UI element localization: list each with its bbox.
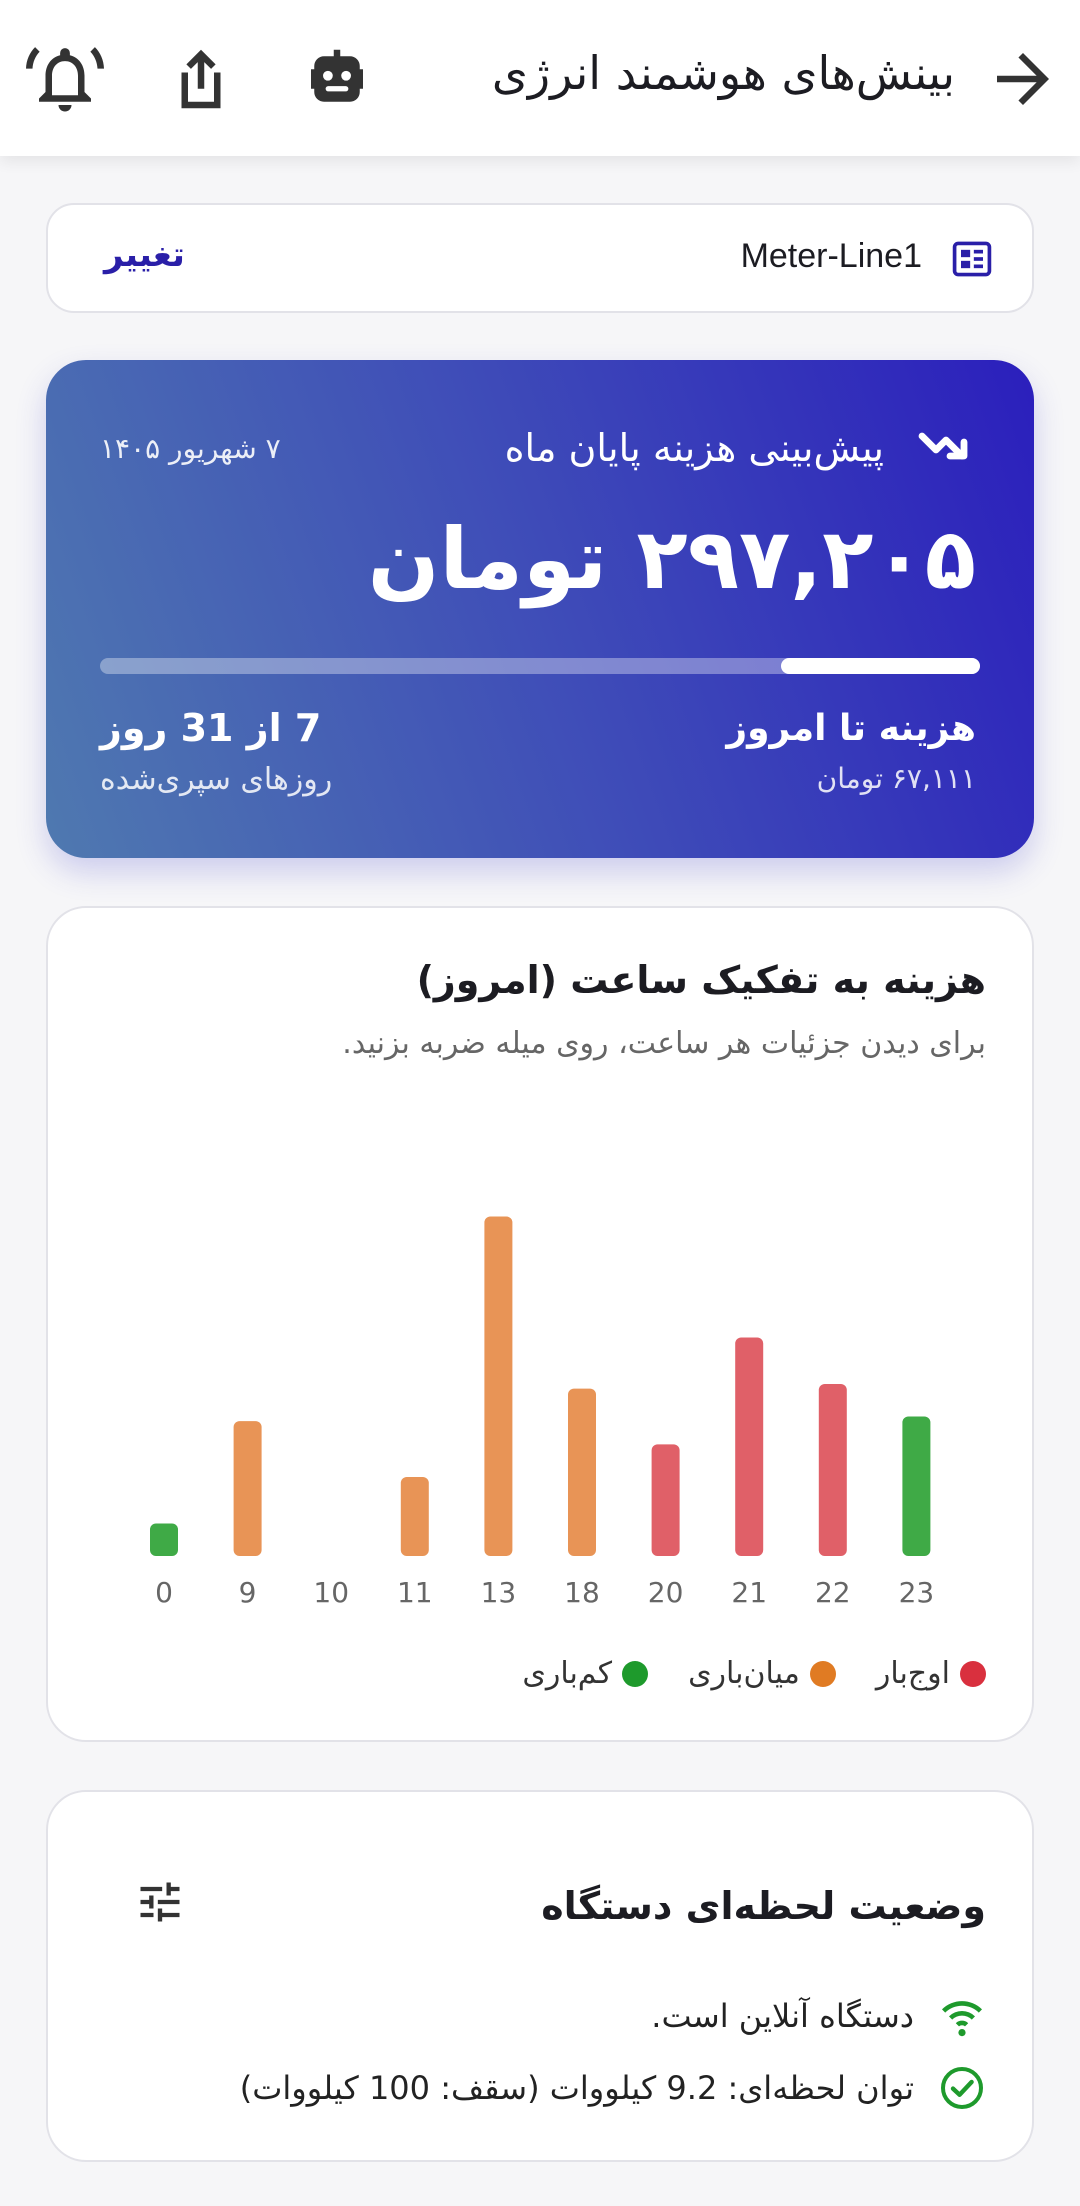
bar-hour-23[interactable] — [902, 1416, 931, 1557]
device-power-text: توان لحظه‌ای: 9.2 کیلووات (سقف: 100 کیلو… — [239, 2069, 914, 2107]
x-tick-label: 10 — [313, 1576, 349, 1609]
x-tick-label: 18 — [564, 1576, 600, 1609]
back-arrow-icon[interactable] — [984, 40, 1062, 118]
days-elapsed-label: روزهای سپری‌شده — [100, 762, 333, 797]
hourly-cost-card: هزینه به تفکیک ساعت (امروز) برای دیدن جز… — [46, 906, 1034, 1742]
forecast-date: ۷ شهریور ۱۴۰۵ — [100, 432, 281, 465]
forecast-amount: ۲۹۷,۲۰۵ تومان — [367, 510, 976, 608]
x-tick-label: 20 — [648, 1576, 684, 1609]
bell-icon[interactable] — [26, 40, 105, 118]
device-status-title: وضعیت لحظه‌ای دستگاه — [541, 1884, 986, 1928]
bar-hour-13[interactable] — [484, 1216, 513, 1556]
chart-legend: اوج‌بار میان‌باری کم‌باری — [522, 1656, 986, 1691]
bar-hour-11[interactable] — [400, 1476, 429, 1556]
bar-hour-21[interactable] — [735, 1337, 764, 1556]
legend-mid-label: میان‌باری — [688, 1656, 800, 1691]
hourly-cost-chart: 0 9 10 11 13 18 20 21 22 23 — [150, 1216, 935, 1609]
forecast-card: ۷ شهریور ۱۴۰۵ پیش‌بینی هزینه پایان ماه ۲… — [46, 360, 1034, 858]
meter-name: Meter-Line1 — [740, 237, 922, 275]
bar-hour-0[interactable] — [150, 1523, 178, 1556]
legend-low: کم‌باری — [522, 1656, 649, 1691]
x-tick-label: 0 — [155, 1576, 173, 1609]
bar-hour-22[interactable] — [818, 1383, 847, 1556]
legend-peak: اوج‌بار — [876, 1656, 986, 1691]
device-status-card: وضعیت لحظه‌ای دستگاه دستگاه آنلاین است. … — [46, 1790, 1034, 2162]
x-tick-label: 9 — [239, 1576, 257, 1609]
x-tick-label: 22 — [815, 1576, 851, 1609]
device-power-row: توان لحظه‌ای: 9.2 کیلووات (سقف: 100 کیلو… — [240, 2064, 986, 2112]
bar-hour-20[interactable] — [651, 1444, 680, 1556]
legend-peak-dot — [960, 1660, 986, 1687]
x-tick-label: 11 — [397, 1576, 433, 1609]
legend-mid-dot — [809, 1660, 836, 1687]
tune-settings-icon[interactable] — [134, 1876, 186, 1928]
month-progress-fill — [781, 658, 980, 674]
meter-selector-card: تغییر Meter-Line1 — [46, 203, 1034, 313]
cost-to-date-label: هزینه تا امروز — [726, 708, 976, 749]
legend-low-dot — [622, 1660, 649, 1687]
forecast-title: پیش‌بینی هزینه پایان ماه — [504, 426, 884, 470]
trending-icon — [918, 424, 974, 468]
legend-low-label: کم‌باری — [522, 1656, 613, 1691]
x-tick-label: 21 — [731, 1576, 767, 1609]
meter-icon — [950, 237, 994, 281]
device-online-text: دستگاه آنلاین است. — [651, 1997, 914, 2035]
legend-peak-label: اوج‌بار — [875, 1656, 950, 1691]
device-online-row: دستگاه آنلاین است. — [651, 1992, 986, 2040]
bar-hour-9[interactable] — [233, 1421, 262, 1556]
cost-to-date-value: ۶۷,۱۱۱ تومان — [816, 762, 976, 795]
app-bar: بینش‌های هوشمند انرژی — [0, 0, 1080, 156]
month-progress-bar — [100, 658, 980, 674]
share-icon[interactable] — [162, 40, 240, 118]
bar-hour-18[interactable] — [568, 1388, 596, 1556]
legend-mid: میان‌باری — [688, 1656, 836, 1691]
change-meter-button[interactable]: تغییر — [104, 235, 185, 275]
x-tick-label: 13 — [481, 1576, 517, 1609]
robot-icon[interactable] — [298, 40, 376, 118]
page-title: بینش‌های هوشمند انرژی — [491, 46, 955, 100]
wifi-icon — [942, 2001, 982, 2037]
check-circle-icon — [941, 2067, 983, 2109]
x-tick-label: 23 — [899, 1576, 935, 1609]
days-elapsed-value: 7 از 31 روز — [100, 706, 322, 750]
